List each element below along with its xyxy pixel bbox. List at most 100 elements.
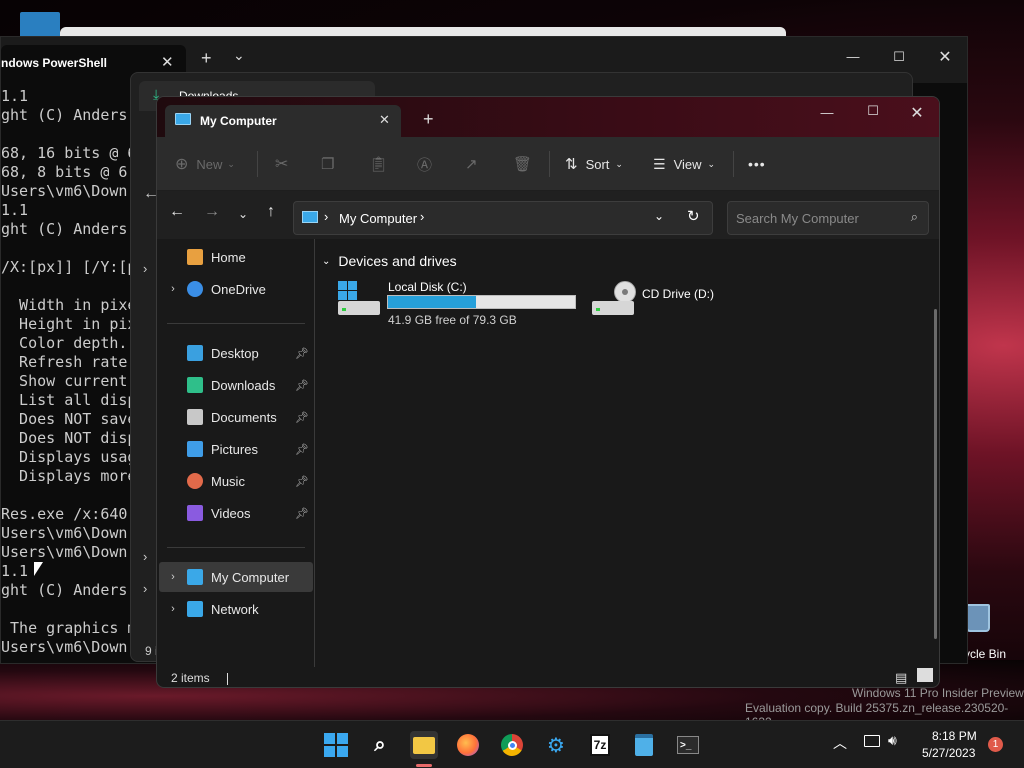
sidebar-item-music[interactable]: Music 📌︎ <box>159 466 313 496</box>
refresh-icon[interactable]: ↻ <box>687 207 700 225</box>
sidebar-item-downloads[interactable]: Downloads 📌︎ <box>159 370 313 400</box>
terminal-app-icon[interactable]: >_ <box>674 731 702 759</box>
close-icon[interactable]: ✕ <box>161 53 174 71</box>
toolbar-divider <box>257 151 258 177</box>
chevron-right-icon[interactable]: › <box>159 571 187 583</box>
forward-button[interactable]: → <box>200 203 224 221</box>
chevron-right-icon[interactable]: › <box>324 209 328 224</box>
new-tab-button[interactable]: + <box>423 109 434 130</box>
close-window-icon[interactable]: ✕ <box>922 47 968 67</box>
chrome-icon[interactable] <box>498 731 526 759</box>
delete-button[interactable]: 🗑︎ <box>513 137 532 191</box>
up-button[interactable]: ↑ <box>259 203 283 221</box>
address-bar[interactable]: › My Computer › ⌄ ↻ <box>293 201 713 235</box>
minimize-icon[interactable]: — <box>804 105 850 120</box>
search-input[interactable]: Search My Computer ⌕ <box>727 201 929 235</box>
volume-icon[interactable]: 🔊︎ <box>888 732 897 749</box>
sidebar-item-documents[interactable]: Documents 📌︎ <box>159 402 313 432</box>
chevron-down-icon: ⌄ <box>615 158 623 169</box>
share-icon: ↗ <box>465 156 478 173</box>
sort-button[interactable]: ⇅ Sort ⌄ <box>565 137 623 191</box>
desktop-icon[interactable] <box>20 12 60 38</box>
7zip-icon[interactable]: 7z <box>586 731 614 759</box>
start-button[interactable] <box>322 731 350 759</box>
search-icon[interactable]: ⌕ <box>366 731 394 759</box>
recent-locations-button[interactable]: ⌄ <box>231 207 255 221</box>
explorer-titlebar[interactable]: My Computer ✕ + — ☐ ✕ <box>157 97 939 137</box>
chevron-right-icon[interactable]: › <box>159 603 187 615</box>
address-dropdown-icon[interactable]: ⌄ <box>654 209 664 223</box>
drive-item-d[interactable]: CD Drive (D:) <box>590 279 780 331</box>
hard-drive-icon <box>338 281 380 317</box>
back-button[interactable]: ← <box>165 203 189 221</box>
sidebar-item-network[interactable]: › Network <box>159 594 313 624</box>
pin-icon[interactable]: 📌︎ <box>295 443 309 456</box>
notepad-icon[interactable] <box>630 731 658 759</box>
close-window-icon[interactable]: ✕ <box>894 103 939 123</box>
drive-item-c[interactable]: Local Disk (C:) 41.9 GB free of 79.3 GB <box>336 279 576 331</box>
breadcrumb-my-computer[interactable]: My Computer <box>339 211 417 226</box>
status-divider <box>227 672 229 685</box>
sidebar-item-my-computer[interactable]: › My Computer <box>159 562 313 592</box>
maximize-icon[interactable]: ☐ <box>850 103 896 119</box>
notification-badge[interactable]: 1 <box>988 737 1003 752</box>
explorer-window[interactable]: My Computer ✕ + — ☐ ✕ ⊕ New ⌄ ✂ ❐ 📋︎ Ⓐ ↗… <box>156 96 940 688</box>
sidebar-item-desktop[interactable]: Desktop 📌︎ <box>159 338 313 368</box>
recycle-bin-label[interactable]: ycle Bin <box>964 647 1006 661</box>
view-button[interactable]: ☰ View ⌄ <box>653 137 715 191</box>
file-explorer-icon[interactable] <box>410 731 438 759</box>
paste-button[interactable]: 📋︎ <box>369 137 388 191</box>
more-options-button[interactable]: ••• <box>748 137 766 191</box>
new-button[interactable]: ⊕ New ⌄ <box>175 137 235 191</box>
chevron-up-icon[interactable]: ︿ <box>833 733 847 753</box>
tab-my-computer[interactable]: My Computer ✕ <box>165 105 401 137</box>
close-tab-icon[interactable]: ✕ <box>379 112 390 128</box>
copy-button[interactable]: ❐ <box>321 137 334 191</box>
section-header[interactable]: ⌄ Devices and drives <box>322 253 457 269</box>
clock-time[interactable]: 8:18 PM <box>932 729 977 743</box>
pin-icon[interactable]: 📌︎ <box>295 507 309 520</box>
details-view-icon[interactable]: ▤ <box>895 670 907 686</box>
content-pane[interactable]: ⌄ Devices and drives Local Disk (C:) 41.… <box>316 239 939 667</box>
terminal-output[interactable]: 1.1 ght (C) Anders 68, 16 bits @ 6 68, 8 b… <box>1 87 136 657</box>
pin-icon[interactable]: 📌︎ <box>295 475 309 488</box>
clock-date[interactable]: 5/27/2023 <box>922 746 975 760</box>
rename-button[interactable]: Ⓐ <box>417 137 432 191</box>
terminal-line: Res.exe /x:640 <box>1 505 128 523</box>
minimize-icon[interactable]: — <box>830 49 876 64</box>
sidebar-item-label: Documents <box>211 409 277 425</box>
settings-app-icon[interactable]: ⚙ <box>542 731 570 759</box>
recycle-bin-icon[interactable] <box>966 604 990 632</box>
music-icon <box>187 473 203 489</box>
computer-icon <box>187 569 203 585</box>
firefox-icon[interactable] <box>454 731 482 759</box>
view-icon: ☰ <box>653 155 666 172</box>
new-tab-button[interactable]: + <box>201 48 212 69</box>
chevron-right-icon[interactable]: › <box>420 209 424 224</box>
computer-icon <box>302 211 318 223</box>
sidebar-item-videos[interactable]: Videos 📌︎ <box>159 498 313 528</box>
share-button[interactable]: ↗ <box>465 137 478 191</box>
pin-icon[interactable]: 📌︎ <box>295 347 309 360</box>
terminal-line: Users\vm6\Down <box>1 182 128 200</box>
terminal-line: Color depth. <box>1 334 128 352</box>
pin-icon[interactable]: 📌︎ <box>295 379 309 392</box>
chevron-right-icon[interactable]: › <box>143 261 147 276</box>
download-icon <box>187 377 203 393</box>
pin-icon[interactable]: 📌︎ <box>295 411 309 424</box>
network-tray-icon[interactable] <box>864 735 880 747</box>
maximize-icon[interactable]: ☐ <box>876 49 922 65</box>
sidebar-item-onedrive[interactable]: › OneDrive <box>159 274 313 304</box>
terminal-line: ght (C) Anders <box>1 106 128 124</box>
tab-dropdown-button[interactable]: ⌄ <box>233 47 245 64</box>
sidebar-item-pictures[interactable]: Pictures 📌︎ <box>159 434 313 464</box>
chevron-right-icon[interactable]: › <box>159 283 187 295</box>
chevron-right-icon[interactable]: › <box>143 549 147 564</box>
tiles-view-icon[interactable] <box>917 668 933 682</box>
sidebar-item-home[interactable]: Home <box>159 242 313 272</box>
chevron-right-icon[interactable]: › <box>143 581 147 596</box>
cut-button[interactable]: ✂ <box>275 137 288 191</box>
scrollbar[interactable] <box>934 309 937 639</box>
toolbar-divider <box>733 151 734 177</box>
